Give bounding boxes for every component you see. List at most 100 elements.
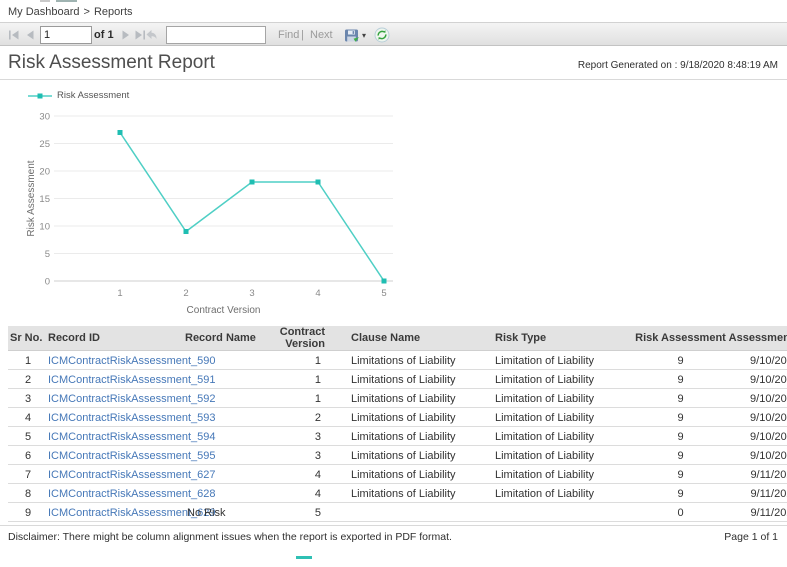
chart-area: 05101520253012345Contract VersionRisk As…	[8, 106, 438, 325]
find-input[interactable]	[166, 26, 266, 44]
table-cell: 0	[633, 503, 728, 522]
table-cell: Limitation of Liability	[481, 351, 633, 370]
table-cell: 9/10/2020	[728, 351, 787, 370]
record-id-link[interactable]: ICMContractRiskAssessment_594	[48, 431, 216, 443]
table-row: 1ICMContractRiskAssessment_5901Limitatio…	[8, 351, 787, 370]
report-toolbar: of 1 Find | Next	[0, 22, 787, 46]
svg-text:2: 2	[183, 288, 188, 299]
table-cell: 9	[633, 408, 728, 427]
table-cell: 4	[8, 408, 48, 427]
table-cell: 9/10/2020	[728, 408, 787, 427]
svg-text:25: 25	[39, 139, 50, 150]
column-header: Assessment Date	[728, 326, 787, 351]
svg-text:Risk Assessment: Risk Assessment	[26, 160, 37, 236]
risk-assessment-table: Sr No.Record IDRecord NameContract Versi…	[8, 326, 787, 522]
back-to-parent-button[interactable]	[145, 29, 158, 41]
table-row: 3ICMContractRiskAssessment_5921Limitatio…	[8, 389, 787, 408]
table-cell: Limitation of Liability	[481, 446, 633, 465]
record-id-link[interactable]: ICMContractRiskAssessment_628	[48, 488, 216, 500]
risk-chart: 05101520253012345Contract VersionRisk As…	[8, 106, 438, 320]
table-cell: Limitation of Liability	[481, 389, 633, 408]
record-id-link[interactable]: ICMContractRiskAssessment_627	[48, 469, 216, 481]
find-next-button[interactable]: Next	[310, 29, 333, 41]
export-button[interactable]: ▾	[344, 27, 372, 44]
table-cell	[329, 503, 481, 522]
next-page-icon	[120, 30, 132, 40]
export-caret-icon: ▾	[362, 32, 366, 40]
page-count-label: of 1	[94, 29, 114, 41]
table-cell: 1	[263, 351, 329, 370]
record-id-link[interactable]: ICMContractRiskAssessment_595	[48, 450, 216, 462]
record-id-cell: ICMContractRiskAssessment_593	[48, 408, 185, 427]
table-cell: 1	[8, 351, 48, 370]
column-header: Record Name	[185, 326, 263, 351]
column-header: Sr No.	[8, 326, 48, 351]
table-row: 6ICMContractRiskAssessment_5953Limitatio…	[8, 446, 787, 465]
footer-divider	[0, 525, 787, 526]
header-divider	[0, 79, 787, 80]
table-cell: 9/10/2020	[728, 446, 787, 465]
table-cell: 9	[8, 503, 48, 522]
table-cell: 2	[263, 408, 329, 427]
table-cell: 4	[263, 465, 329, 484]
table-cell: 9	[633, 465, 728, 484]
scroll-indicator	[296, 556, 312, 559]
record-id-link[interactable]: ICMContractRiskAssessment_592	[48, 393, 216, 405]
record-id-cell: ICMContractRiskAssessment_629	[48, 503, 185, 522]
table-cell: 9/11/2020	[728, 484, 787, 503]
record-id-cell: ICMContractRiskAssessment_594	[48, 427, 185, 446]
table-cell: 3	[8, 389, 48, 408]
page-title: Risk Assessment Report	[8, 52, 215, 74]
svg-text:5: 5	[381, 288, 386, 299]
previous-page-button[interactable]	[24, 30, 36, 40]
report-viewer: My Dashboard>Reports of 1	[0, 0, 787, 567]
record-id-link[interactable]: ICMContractRiskAssessment_593	[48, 412, 216, 424]
breadcrumb-item-reports[interactable]: Reports	[94, 6, 133, 18]
table-cell: Limitations of Liability	[329, 389, 481, 408]
table-cell: Limitation of Liability	[481, 465, 633, 484]
window-artifact	[40, 0, 50, 2]
column-header: Risk Assessment	[633, 326, 728, 351]
table-cell: Limitation of Liability	[481, 408, 633, 427]
table-cell: 9	[633, 351, 728, 370]
svg-text:10: 10	[39, 222, 50, 233]
table-cell: 9	[633, 389, 728, 408]
breadcrumb: My Dashboard>Reports	[8, 6, 133, 18]
refresh-button[interactable]	[374, 27, 390, 43]
save-export-icon	[344, 28, 360, 44]
svg-text:4: 4	[315, 288, 320, 299]
record-id-link[interactable]: ICMContractRiskAssessment_591	[48, 374, 216, 386]
column-header: Clause Name	[329, 326, 481, 351]
table-cell: Limitations of Liability	[329, 484, 481, 503]
table-cell: Limitations of Liability	[329, 351, 481, 370]
table-cell: 8	[8, 484, 48, 503]
svg-text:0: 0	[45, 277, 50, 288]
svg-text:3: 3	[249, 288, 254, 299]
table-cell: 2	[8, 370, 48, 389]
record-id-cell: ICMContractRiskAssessment_627	[48, 465, 185, 484]
chart-legend: Risk Assessment	[28, 90, 129, 101]
record-id-cell: ICMContractRiskAssessment_590	[48, 351, 185, 370]
next-page-button[interactable]	[120, 30, 132, 40]
record-id-link[interactable]: ICMContractRiskAssessment_590	[48, 355, 216, 367]
breadcrumb-item-dashboard[interactable]: My Dashboard	[8, 6, 80, 18]
table-cell: 5	[263, 503, 329, 522]
first-page-button[interactable]	[8, 30, 20, 40]
table-row: 8ICMContractRiskAssessment_6284Limitatio…	[8, 484, 787, 503]
table-row: 2ICMContractRiskAssessment_5911Limitatio…	[8, 370, 787, 389]
first-page-icon	[8, 30, 20, 40]
back-arrow-icon	[145, 29, 158, 41]
table-cell: Limitation of Liability	[481, 427, 633, 446]
table-cell: No Risk	[185, 503, 263, 522]
find-button[interactable]: Find	[278, 29, 299, 41]
table-cell: Limitations of Liability	[329, 427, 481, 446]
table-cell: 9/11/2020	[728, 503, 787, 522]
table-cell: Limitation of Liability	[481, 484, 633, 503]
disclaimer-text: Disclaimer: There might be column alignm…	[8, 531, 452, 543]
column-header: Record ID	[48, 326, 185, 351]
table-cell: Limitations of Liability	[329, 370, 481, 389]
column-header: Risk Type	[481, 326, 633, 351]
legend-label: Risk Assessment	[57, 90, 129, 101]
previous-page-icon	[24, 30, 36, 40]
page-number-input[interactable]	[40, 26, 92, 44]
